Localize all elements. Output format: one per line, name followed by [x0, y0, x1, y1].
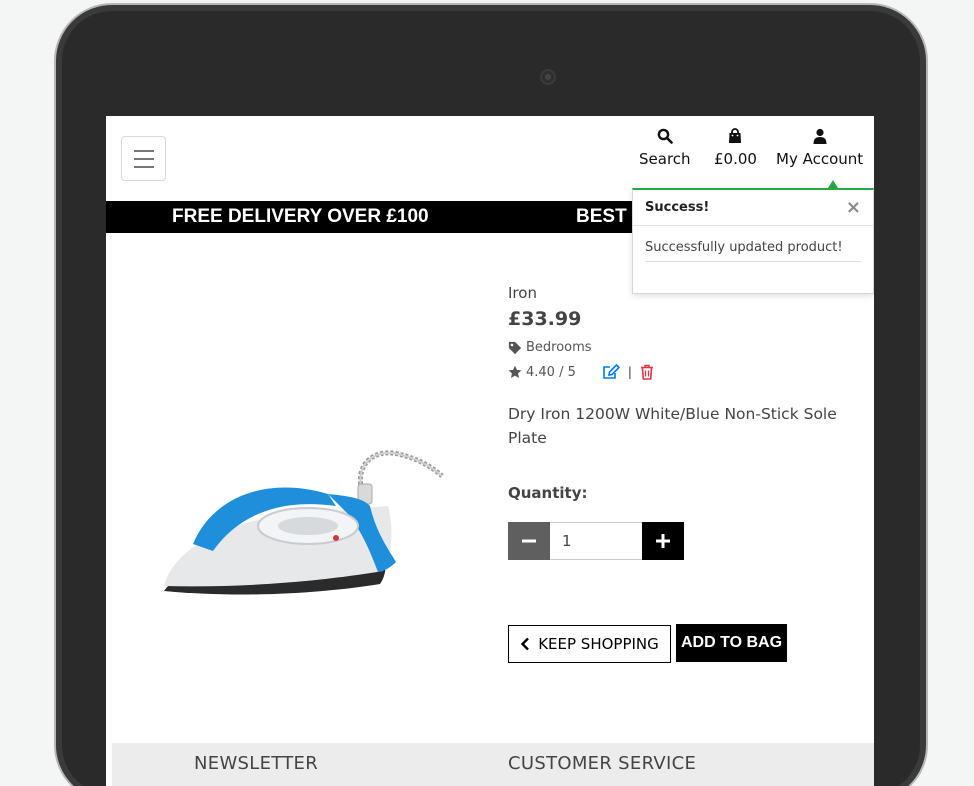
hamburger-icon-line	[133, 157, 154, 160]
footer: NEWSLETTER CUSTOMER SERVICE	[112, 743, 874, 786]
edit-icon[interactable]	[602, 364, 620, 380]
toast-arrow	[828, 180, 838, 188]
action-separator: |	[627, 365, 632, 379]
product-name: Iron	[508, 284, 537, 302]
keep-shopping-label: KEEP SHOPPING	[538, 635, 659, 653]
nav-account-label: My Account	[776, 150, 864, 168]
toast-title: Success!	[645, 200, 710, 215]
quantity-stepper	[508, 522, 684, 560]
product-description: Dry Iron 1200W White/Blue Non-Stick Sole…	[508, 405, 837, 447]
quantity-input[interactable]	[550, 522, 642, 560]
star-icon	[508, 365, 522, 378]
product-price: £33.99	[508, 308, 582, 330]
keep-shopping-button[interactable]: KEEP SHOPPING	[508, 625, 671, 663]
toast-header: Success! ×	[633, 190, 873, 226]
plus-icon	[656, 534, 670, 548]
footer-newsletter-heading: NEWSLETTER	[194, 753, 319, 774]
quantity-label: Quantity:	[508, 484, 588, 502]
close-icon[interactable]: ×	[846, 197, 861, 218]
increment-button[interactable]	[642, 522, 684, 560]
product-image	[164, 450, 444, 595]
user-icon	[813, 128, 827, 144]
decrement-button[interactable]	[508, 522, 550, 560]
search-icon	[657, 128, 673, 144]
hamburger-icon-line	[133, 165, 154, 168]
camera-icon	[540, 69, 556, 85]
category-label: Bedrooms	[526, 340, 592, 355]
nav-search[interactable]: Search	[639, 128, 691, 168]
product-rating-row: 4.40 / 5 |	[508, 364, 654, 380]
chevron-left-icon	[521, 637, 530, 651]
toast-message: Successfully updated product!	[645, 240, 861, 262]
nav-my-account[interactable]: My Account	[776, 128, 863, 168]
product-category[interactable]: Bedrooms	[508, 340, 592, 355]
hamburger-icon-line	[133, 149, 154, 152]
tag-icon	[508, 341, 522, 354]
bag-total: £0.00	[714, 150, 757, 168]
add-to-bag-button[interactable]: ADD TO BAG	[676, 624, 787, 662]
minus-icon	[522, 539, 536, 543]
nav-search-label: Search	[639, 150, 691, 168]
nav-shopping-bag[interactable]: £0.00	[714, 128, 757, 168]
menu-toggle-button[interactable]	[121, 136, 166, 181]
screen: Search £0.00 My Account FREE DELIVERY OV…	[106, 116, 874, 786]
banner-message: FREE DELIVERY OVER £100	[172, 206, 429, 227]
shopping-bag-icon	[729, 128, 742, 143]
footer-customer-service-heading: CUSTOMER SERVICE	[508, 753, 697, 774]
rating-value: 4.40 / 5	[526, 364, 576, 380]
success-toast: Success! × Successfully updated product!	[632, 188, 874, 294]
trash-icon[interactable]	[640, 364, 654, 380]
